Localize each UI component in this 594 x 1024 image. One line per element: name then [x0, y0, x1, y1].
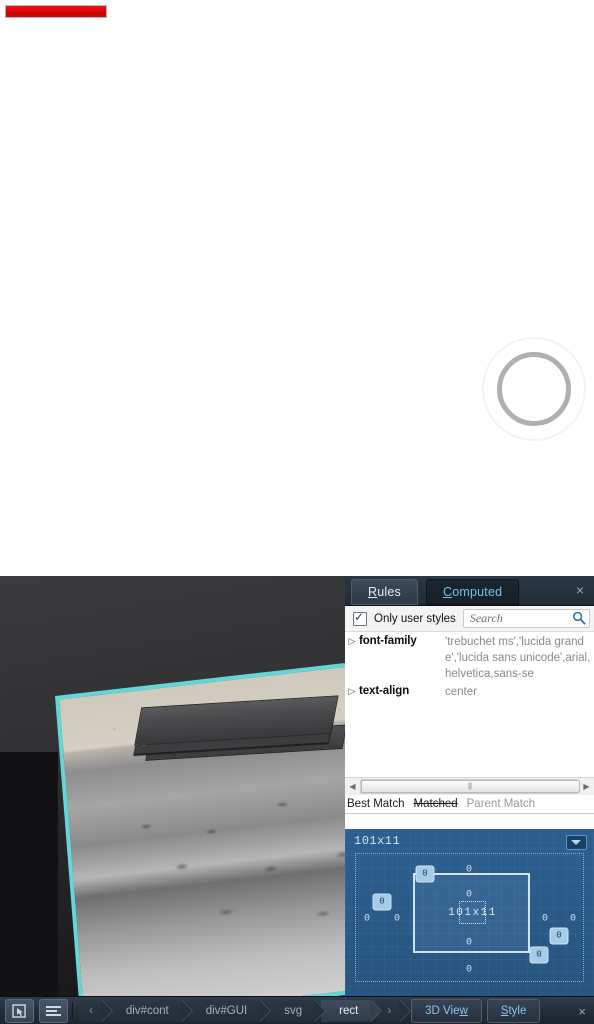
devtools-bottom-toolbar: ‹ div#cont div#GUI svg rect › 3D View St…: [0, 996, 594, 1024]
toolbox-options-icon[interactable]: [39, 999, 68, 1023]
padding-bottom-value[interactable]: 0: [466, 938, 472, 949]
border-left-value[interactable]: 0: [372, 893, 392, 911]
property-row[interactable]: ▷ text-align center: [345, 682, 594, 700]
match-filter-bar: Best Match Matched Parent Match: [345, 795, 594, 814]
border-right-value[interactable]: 0: [549, 927, 569, 945]
tab-computed-label: omputed: [452, 585, 503, 599]
tab-computed-accel: C: [443, 585, 453, 599]
webgl-3d-viewport[interactable]: [0, 576, 345, 996]
margin-bottom-value[interactable]: 0: [466, 965, 472, 976]
tab-style-post: tyle: [508, 1005, 527, 1017]
expand-twisty-icon[interactable]: ▷: [345, 634, 359, 682]
padding-top-value[interactable]: 0: [466, 890, 472, 901]
scroll-left-arrow-icon[interactable]: ◀: [345, 779, 360, 794]
pick-element-icon[interactable]: [5, 999, 34, 1023]
search-input[interactable]: [467, 610, 569, 627]
computed-properties-list[interactable]: ▷ font-family 'trebuchet ms','lucida gra…: [345, 632, 594, 777]
tab-computed[interactable]: Computed: [426, 579, 520, 605]
only-user-styles-label: Only user styles: [374, 612, 456, 625]
tab-rules-label: ules: [377, 585, 401, 599]
breadcrumb-scroll-back[interactable]: ‹: [79, 1000, 113, 1022]
tab-3d-view-pre: 3D Vie: [425, 1005, 460, 1017]
computed-filter-bar: Only user styles: [345, 606, 594, 632]
chevron-down-icon[interactable]: [566, 835, 587, 850]
close-devtools-icon[interactable]: ×: [578, 1004, 586, 1019]
horizontal-scrollbar[interactable]: ◀ ▶: [345, 777, 594, 795]
tab-3d-view[interactable]: 3D View: [411, 999, 482, 1023]
margin-left-value[interactable]: 0: [364, 914, 370, 925]
tab-3d-view-accel: w: [459, 1005, 468, 1017]
filter-parent-match[interactable]: Parent Match: [467, 798, 535, 810]
devtools-window: Rules Computed × Only user styles: [0, 0, 594, 1024]
property-value: 'trebuchet ms','lucida grande','lucida s…: [445, 636, 591, 680]
property-row[interactable]: ▷ font-family 'trebuchet ms','lucida gra…: [345, 632, 594, 682]
box-model-panel: 101x11 0 0 0 0 101x11 0 0 0 0 0 0 0 0: [345, 829, 594, 996]
tab-style[interactable]: Style: [486, 999, 541, 1023]
scroll-right-arrow-icon[interactable]: ▶: [579, 779, 594, 794]
viewport-dark-edge: [0, 752, 58, 996]
close-icon[interactable]: ×: [572, 582, 588, 598]
style-sidebar-tabbar: Rules Computed ×: [345, 576, 594, 606]
only-user-styles-checkbox[interactable]: [353, 610, 367, 626]
content-size-label: 101x11: [448, 906, 497, 919]
breadcrumb-item-svg[interactable]: svg: [266, 1000, 327, 1022]
search-icon: [572, 611, 586, 625]
breadcrumb-item-div-gui[interactable]: div#GUI: [187, 1000, 271, 1022]
property-name: font-family: [359, 635, 417, 647]
scrollbar-thumb[interactable]: [361, 780, 580, 793]
breadcrumb: ‹ div#cont div#GUI svg rect ›: [79, 1000, 411, 1022]
breadcrumb-item-div-cont[interactable]: div#cont: [107, 1000, 193, 1022]
web-page-content: [0, 0, 594, 576]
tab-rules[interactable]: Rules: [351, 579, 418, 605]
box-model-size-title: 101x11: [354, 834, 401, 848]
hamburger-icon: [46, 1005, 61, 1017]
breadcrumb-item-rect[interactable]: rect: [321, 1000, 383, 1022]
box-model-content-box: 101x11: [448, 901, 495, 924]
loading-spinner-ring: [497, 352, 571, 426]
style-sidebar: Rules Computed × Only user styles: [345, 576, 594, 996]
margin-right-value[interactable]: 0: [570, 914, 576, 925]
tab-rules-accel: R: [368, 585, 378, 599]
scrollbar-track[interactable]: [360, 779, 580, 794]
loading-progress-bar: [5, 5, 107, 18]
loading-spinner: [482, 337, 586, 441]
expand-twisty-icon[interactable]: ▷: [345, 684, 359, 700]
loading-progress-fill: [6, 6, 106, 17]
viewport-highlighted-plane: [55, 648, 345, 996]
filter-best-match[interactable]: Best Match: [347, 798, 405, 810]
border-top-value[interactable]: 0: [415, 865, 435, 883]
property-value: center: [445, 686, 477, 698]
padding-left-value[interactable]: 0: [394, 914, 400, 925]
property-name: text-align: [359, 685, 410, 697]
search-input-wrapper[interactable]: [462, 609, 590, 628]
padding-right-value[interactable]: 0: [542, 914, 548, 925]
toolbar-divider: [72, 1002, 73, 1020]
filter-matched[interactable]: Matched: [414, 798, 458, 810]
border-bottom-value[interactable]: 0: [529, 946, 549, 964]
